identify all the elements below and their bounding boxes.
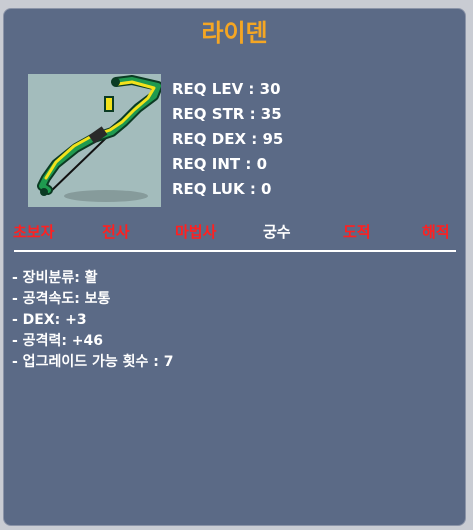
item-name: 라이덴 <box>201 19 268 47</box>
stat-attack-speed: - 공격속도: 보통 <box>12 291 111 307</box>
req-int: REQ INT : 0 <box>172 155 268 173</box>
requirements-list: REQ LEV : 30 REQ STR : 35 REQ DEX : 95 R… <box>172 77 283 202</box>
item-image-frame <box>28 74 163 207</box>
class-warrior: 전사 <box>102 223 130 241</box>
stat-category: - 장비분류: 활 <box>12 270 98 286</box>
class-restrictions: 초보자 전사 마법사 궁수 도적 해적 <box>4 221 465 245</box>
class-beginner: 초보자 <box>13 223 55 241</box>
req-dex: REQ DEX : 95 <box>172 130 284 148</box>
stat-dex: - DEX: +3 <box>12 312 87 328</box>
divider <box>14 250 456 252</box>
stat-attack: - 공격력: +46 <box>12 333 104 349</box>
class-pirate: 해적 <box>422 223 450 241</box>
req-str: REQ STR : 35 <box>172 105 282 123</box>
req-level: REQ LEV : 30 <box>172 80 281 98</box>
stat-upgrade-slots: - 업그레이드 가능 횟수 : 7 <box>12 354 174 370</box>
class-bowman: 궁수 <box>263 223 291 241</box>
item-tooltip: 라이덴 REQ LEV : 30 REQ STR : 35 REQ DEX : … <box>3 8 466 526</box>
req-luk: REQ LUK : 0 <box>172 180 272 198</box>
item-stats: - 장비분류: 활 - 공격속도: 보통 - DEX: +3 - 공격력: +4… <box>12 268 173 373</box>
class-thief: 도적 <box>343 223 371 241</box>
class-magician: 마법사 <box>175 223 217 241</box>
bow-weapon-icon <box>37 75 163 202</box>
